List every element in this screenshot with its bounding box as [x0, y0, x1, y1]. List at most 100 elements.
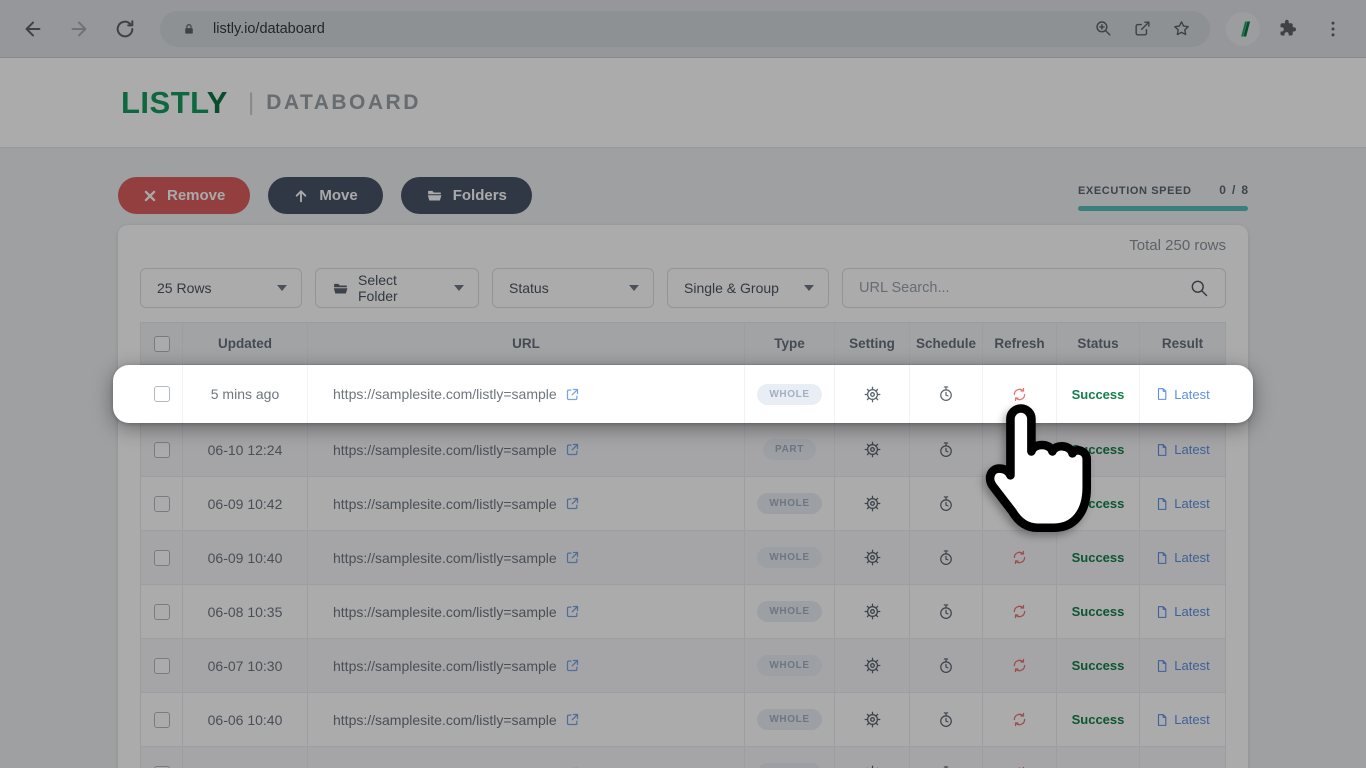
refresh-icon[interactable] [983, 639, 1057, 692]
arrow-up-icon [293, 188, 309, 204]
lock-icon [174, 14, 204, 44]
url-search-input[interactable] [859, 280, 1179, 296]
external-link-icon[interactable] [565, 442, 580, 457]
zoom-icon[interactable] [1088, 14, 1118, 44]
cell-updated: 06-10 12:24 [183, 423, 308, 476]
row-checkbox[interactable] [154, 386, 170, 402]
rows-per-page-select[interactable]: 25 Rows [140, 268, 302, 308]
result-text: Latest [1174, 550, 1209, 565]
listly-logo[interactable]: LISTLY [121, 85, 228, 121]
refresh-icon[interactable] [983, 423, 1057, 476]
row-checkbox[interactable] [154, 658, 170, 674]
header-divider: | [248, 89, 254, 117]
row-checkbox[interactable] [154, 442, 170, 458]
settings-gear-icon[interactable] [835, 585, 910, 638]
refresh-icon[interactable] [983, 693, 1057, 746]
type-badge: WHOLE [757, 547, 821, 568]
result-link[interactable]: Latest [1140, 693, 1225, 746]
result-link[interactable]: Latest [1140, 477, 1225, 530]
url-text: https://samplesite.com/listly=sample [333, 442, 557, 458]
schedule-stopwatch-icon[interactable] [910, 531, 983, 584]
settings-gear-icon[interactable] [835, 423, 910, 476]
document-icon [1155, 551, 1169, 565]
listly-extension-icon[interactable] [1226, 12, 1260, 46]
result-link[interactable]: Latest [1140, 747, 1225, 768]
type-badge: WHOLE [757, 493, 821, 514]
move-button[interactable]: Move [268, 177, 382, 214]
reload-icon[interactable] [106, 10, 144, 48]
refresh-icon[interactable] [983, 477, 1057, 530]
result-text: Latest [1174, 712, 1209, 727]
url-search-box [842, 268, 1226, 308]
refresh-icon[interactable] [983, 585, 1057, 638]
cell-updated: 06-07 10:30 [183, 639, 308, 692]
forward-icon[interactable] [60, 10, 98, 48]
type-badge: WHOLE [757, 384, 821, 405]
schedule-stopwatch-icon[interactable] [910, 747, 983, 768]
result-text: Latest [1174, 387, 1209, 402]
result-link[interactable]: Latest [1140, 365, 1225, 423]
refresh-icon[interactable] [983, 531, 1057, 584]
folders-button[interactable]: Folders [401, 177, 532, 214]
folder-select[interactable]: Select Folder [315, 268, 479, 308]
select-all-checkbox[interactable] [154, 336, 170, 352]
schedule-stopwatch-icon[interactable] [910, 585, 983, 638]
row-checkbox[interactable] [154, 496, 170, 512]
document-icon [1155, 387, 1169, 401]
schedule-stopwatch-icon[interactable] [910, 477, 983, 530]
external-link-icon[interactable] [565, 658, 580, 673]
result-text: Latest [1174, 496, 1209, 511]
browser-chrome: listly.io/databoard [0, 0, 1366, 58]
result-link[interactable]: Latest [1140, 585, 1225, 638]
browser-menu-kebab-icon[interactable] [1314, 10, 1352, 48]
external-link-icon[interactable] [565, 550, 580, 565]
url-text: listly.io/databoard [213, 21, 325, 37]
result-link[interactable]: Latest [1140, 423, 1225, 476]
result-link[interactable]: Latest [1140, 531, 1225, 584]
settings-gear-icon[interactable] [835, 477, 910, 530]
share-icon[interactable] [1127, 14, 1157, 44]
schedule-stopwatch-icon[interactable] [910, 423, 983, 476]
external-link-icon[interactable] [565, 604, 580, 619]
document-icon [1155, 605, 1169, 619]
result-link[interactable]: Latest [1140, 639, 1225, 692]
status-select[interactable]: Status [492, 268, 654, 308]
document-icon [1155, 443, 1169, 457]
header-schedule: Schedule [910, 323, 983, 364]
schedule-stopwatch-icon[interactable] [910, 639, 983, 692]
settings-gear-icon[interactable] [835, 747, 910, 768]
single-group-select[interactable]: Single & Group [667, 268, 829, 308]
url-text: https://samplesite.com/listly=sample [333, 496, 557, 512]
bookmark-star-icon[interactable] [1166, 14, 1196, 44]
row-checkbox[interactable] [154, 604, 170, 620]
remove-button[interactable]: Remove [118, 177, 250, 214]
external-link-icon[interactable] [565, 712, 580, 727]
settings-gear-icon[interactable] [835, 693, 910, 746]
table-row: 06-08 10:35 https://samplesite.com/listl… [141, 585, 1225, 639]
cell-updated: 06-08 10:35 [183, 585, 308, 638]
settings-gear-icon[interactable] [835, 365, 910, 423]
extensions-puzzle-icon[interactable] [1268, 10, 1306, 48]
refresh-icon[interactable] [983, 747, 1057, 768]
external-link-icon[interactable] [565, 496, 580, 511]
actions-row: Remove Move Folders EXECUTION SPEED 0/8 [118, 177, 1248, 214]
url-bar[interactable]: listly.io/databoard [160, 11, 1210, 47]
schedule-stopwatch-icon[interactable] [910, 693, 983, 746]
table-body: 5 mins ago https://samplesite.com/listly… [141, 365, 1225, 768]
search-icon[interactable] [1189, 278, 1209, 298]
type-badge: WHOLE [757, 601, 821, 622]
settings-gear-icon[interactable] [835, 639, 910, 692]
settings-gear-icon[interactable] [835, 531, 910, 584]
refresh-icon[interactable] [983, 365, 1057, 423]
row-checkbox[interactable] [154, 550, 170, 566]
header-setting: Setting [835, 323, 910, 364]
back-icon[interactable] [14, 10, 52, 48]
table-row: 06-09 10:42 https://samplesite.com/listl… [141, 477, 1225, 531]
url-text: https://samplesite.com/listly=sample [333, 604, 557, 620]
app-header: LISTLY | DATABOARD [0, 58, 1366, 148]
external-link-icon[interactable] [565, 387, 580, 402]
schedule-stopwatch-icon[interactable] [910, 365, 983, 423]
url-text: https://samplesite.com/listly=sample [333, 550, 557, 566]
row-checkbox[interactable] [154, 712, 170, 728]
status-text: Success [1072, 496, 1125, 511]
